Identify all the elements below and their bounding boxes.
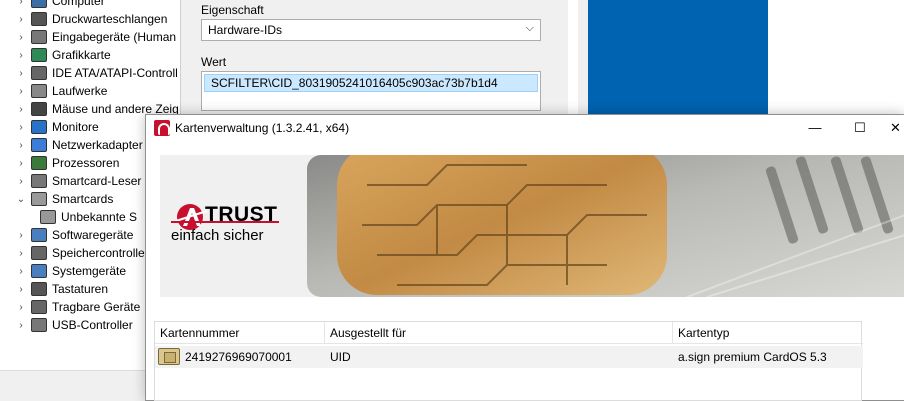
tree-item-label: Druckwarteschlangen bbox=[52, 12, 168, 26]
tree-item-label: Eingabegeräte (Human bbox=[52, 30, 177, 44]
chevron-right-icon[interactable]: › bbox=[14, 122, 28, 133]
tree-item-label: Tragbare Geräte bbox=[52, 300, 141, 314]
smartcard-chip-image bbox=[307, 155, 904, 297]
logo-brand-text: TRUST bbox=[205, 203, 278, 226]
system-device-icon bbox=[31, 264, 47, 278]
logo-underline bbox=[171, 221, 279, 223]
header-banner: TRUST einfach sicher bbox=[160, 155, 904, 297]
smartcard-icon bbox=[40, 210, 56, 224]
monitor-icon bbox=[31, 120, 47, 134]
network-adapter-icon bbox=[31, 138, 47, 152]
minimize-button[interactable]: — bbox=[800, 115, 830, 141]
tree-item-label: Smartcard-Leser bbox=[52, 174, 142, 188]
chevron-right-icon[interactable]: › bbox=[14, 104, 28, 115]
keyboard-icon bbox=[31, 282, 47, 296]
property-select[interactable]: Hardware-IDs ⌵ bbox=[201, 19, 541, 41]
maximize-button[interactable]: ☐ bbox=[845, 115, 875, 141]
column-header-card-type[interactable]: Kartentyp bbox=[673, 322, 863, 344]
title-bar[interactable]: Kartenverwaltung (1.3.2.41, x64) — ☐ ✕ bbox=[146, 115, 904, 141]
tree-item-label: Grafikkarte bbox=[52, 48, 111, 62]
printer-icon bbox=[31, 12, 47, 26]
a-trust-logo: TRUST einfach sicher bbox=[161, 155, 295, 297]
tree-item-label: Tastaturen bbox=[52, 282, 109, 296]
value-list-item[interactable]: SCFILTER\CID_8031905241016405c903ac73b7b… bbox=[204, 74, 538, 92]
table-header: Kartennummer Ausgestellt für Kartentyp bbox=[155, 322, 863, 344]
tree-item[interactable]: › Laufwerke bbox=[0, 82, 180, 100]
background-window bbox=[768, 0, 904, 115]
tree-item-label: Speichercontrolle bbox=[52, 246, 145, 260]
chevron-right-icon[interactable]: › bbox=[14, 176, 28, 187]
chevron-down-icon[interactable]: ⌄ bbox=[14, 194, 28, 205]
value-listbox[interactable]: SCFILTER\CID_8031905241016405c903ac73b7b… bbox=[201, 71, 541, 111]
tree-item-label: Smartcards bbox=[52, 192, 114, 206]
screen: › Computer › Druckwarteschlangen › Eingabeger… bbox=[0, 0, 904, 401]
chevron-right-icon[interactable]: › bbox=[14, 266, 28, 277]
tree-item-label: Systemgeräte bbox=[52, 264, 127, 278]
smartcard-reader-icon bbox=[31, 174, 47, 188]
tree-item-label: Prozessoren bbox=[52, 156, 120, 170]
a-trust-app-icon bbox=[154, 120, 170, 136]
tree-item[interactable]: › Eingabegeräte (Human bbox=[0, 28, 180, 46]
property-select-value: Hardware-IDs bbox=[208, 23, 283, 37]
property-label: Eigenschaft bbox=[201, 3, 264, 17]
portable-device-icon bbox=[31, 300, 47, 314]
computer-icon bbox=[31, 0, 47, 8]
tree-item[interactable]: › Grafikkarte bbox=[0, 46, 180, 64]
cell-card-number: 2419276969070001 bbox=[185, 350, 292, 364]
tree-item-label: Computer bbox=[52, 0, 105, 8]
mouse-icon bbox=[31, 102, 47, 116]
card-table[interactable]: Kartennummer Ausgestellt für Kartentyp 2… bbox=[154, 321, 863, 401]
tree-item-label: USB-Controller bbox=[52, 318, 133, 332]
table-row[interactable]: 2419276969070001 UID a.sign premium Card… bbox=[155, 346, 863, 368]
chevron-right-icon[interactable]: › bbox=[14, 86, 28, 97]
chevron-right-icon[interactable]: › bbox=[14, 140, 28, 151]
value-label: Wert bbox=[201, 55, 227, 69]
software-device-icon bbox=[31, 228, 47, 242]
chevron-right-icon[interactable]: › bbox=[14, 320, 28, 331]
chevron-right-icon[interactable]: › bbox=[14, 302, 28, 313]
chevron-right-icon[interactable]: › bbox=[14, 32, 28, 43]
tree-item-label: Unbekannte S bbox=[61, 210, 138, 224]
disk-drive-icon bbox=[31, 84, 47, 98]
logo-slogan: einfach sicher bbox=[171, 227, 264, 244]
display-adapter-icon bbox=[31, 48, 47, 62]
tree-item[interactable]: › IDE ATA/ATAPI-Controll bbox=[0, 64, 180, 82]
cell-issued-for: UID bbox=[330, 350, 351, 364]
smartcard-icon bbox=[31, 192, 47, 206]
chevron-right-icon[interactable]: › bbox=[14, 50, 28, 61]
tree-item[interactable]: › Computer bbox=[0, 0, 180, 10]
window-title: Kartenverwaltung (1.3.2.41, x64) bbox=[175, 121, 350, 135]
usb-icon bbox=[31, 318, 47, 332]
hid-icon bbox=[31, 30, 47, 44]
chevron-right-icon[interactable]: › bbox=[14, 0, 28, 7]
tree-item-label: Monitore bbox=[52, 120, 99, 134]
chevron-right-icon[interactable]: › bbox=[14, 68, 28, 79]
smartcard-icon bbox=[158, 348, 180, 365]
tree-item[interactable]: › Druckwarteschlangen bbox=[0, 10, 180, 28]
properties-dialog: Eigenschaft Hardware-IDs ⌵ Wert SCFILTER… bbox=[180, 0, 568, 120]
tree-item-label: Laufwerke bbox=[52, 84, 108, 98]
column-header-card-number[interactable]: Kartennummer bbox=[155, 322, 325, 344]
close-button[interactable]: ✕ bbox=[890, 115, 904, 141]
column-header-issued-for[interactable]: Ausgestellt für bbox=[325, 322, 673, 344]
chevron-right-icon[interactable]: › bbox=[14, 248, 28, 259]
chevron-right-icon[interactable]: › bbox=[14, 14, 28, 25]
tree-item-label: Softwaregeräte bbox=[52, 228, 134, 242]
ide-controller-icon bbox=[31, 66, 47, 80]
card-manager-window: Kartenverwaltung (1.3.2.41, x64) — ☐ ✕ T… bbox=[145, 114, 904, 401]
chevron-right-icon[interactable]: › bbox=[14, 230, 28, 241]
cell-card-type: a.sign premium CardOS 5.3 bbox=[678, 350, 827, 364]
desktop-background bbox=[578, 0, 904, 115]
chevron-right-icon[interactable]: › bbox=[14, 158, 28, 169]
chevron-right-icon[interactable]: › bbox=[14, 284, 28, 295]
processor-icon bbox=[31, 156, 47, 170]
tree-item-label: IDE ATA/ATAPI-Controll bbox=[52, 66, 178, 80]
storage-controller-icon bbox=[31, 246, 47, 260]
chevron-down-icon: ⌵ bbox=[525, 22, 534, 34]
tree-item-label: Netzwerkadapter bbox=[52, 138, 143, 152]
